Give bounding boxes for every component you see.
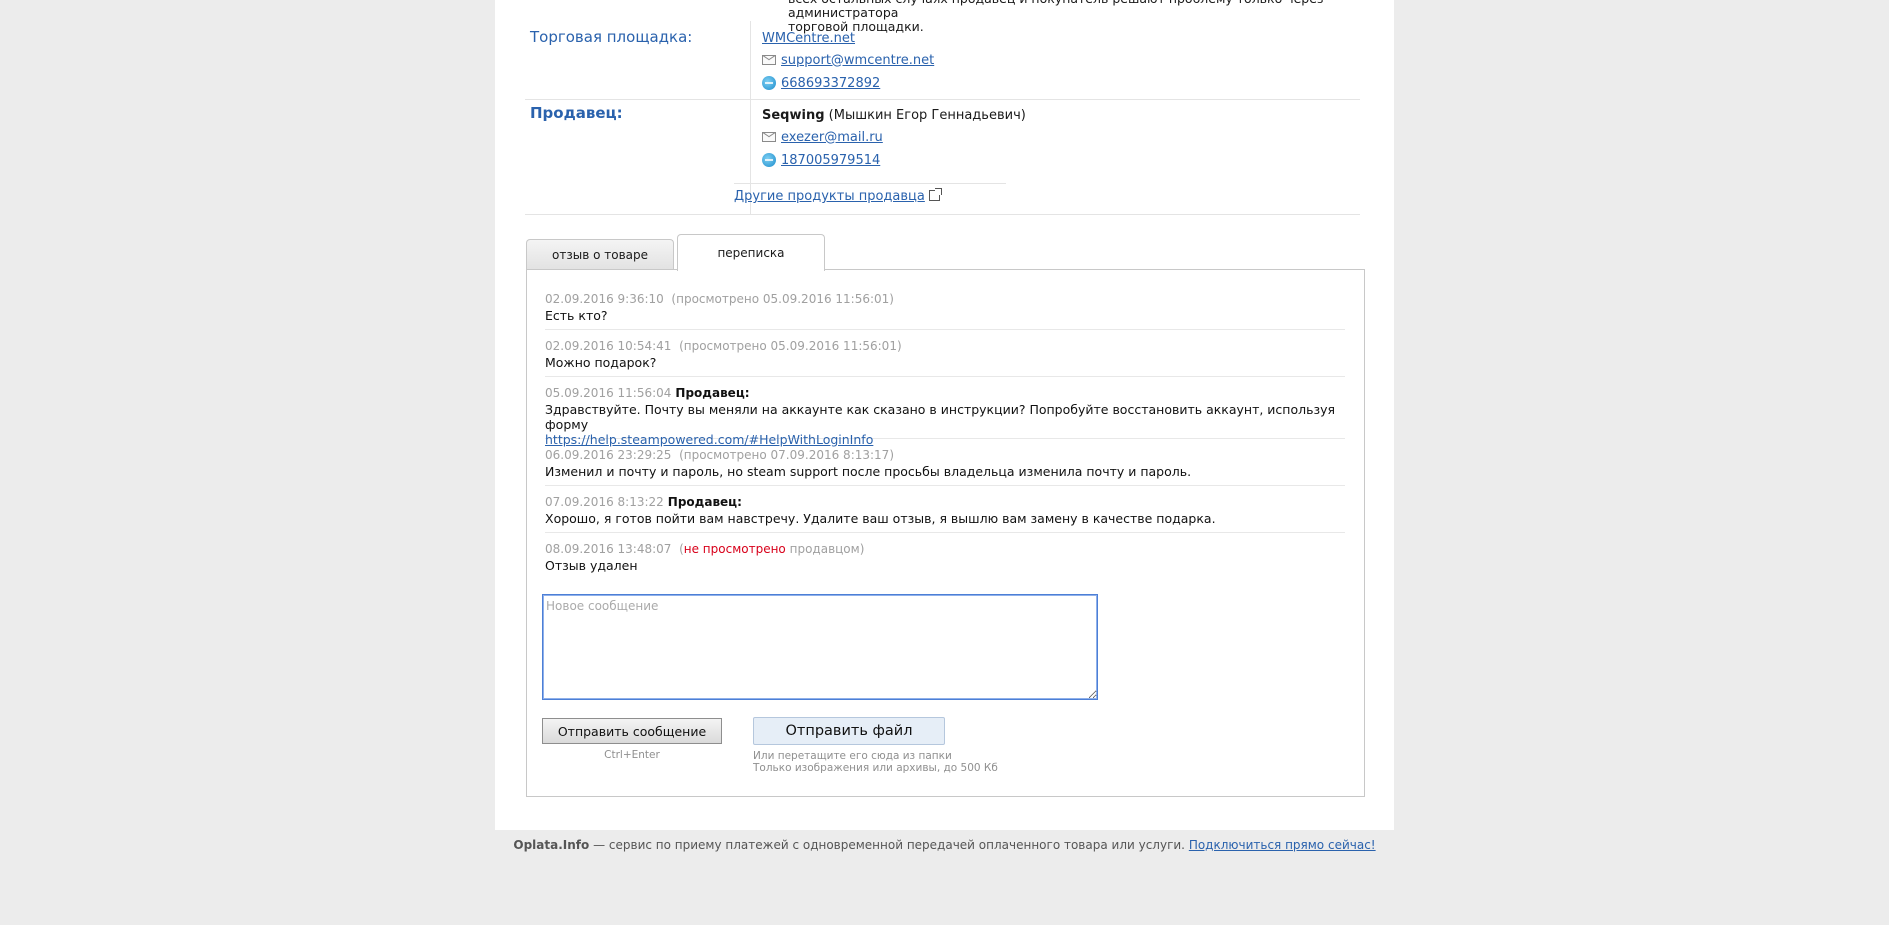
- message-status: (просмотрено 07.09.2016 8:13:17): [679, 448, 894, 462]
- external-link-icon[interactable]: [928, 188, 942, 201]
- tab-review[interactable]: отзыв о товаре: [526, 239, 674, 270]
- message-meta: 07.09.2016 8:13:22 Продавец:: [545, 494, 1345, 510]
- message-text: Можно подарок?: [545, 355, 657, 370]
- message-status: (просмотрено 05.09.2016 11:56:01): [671, 292, 894, 306]
- marketplace-site: WMCentre.net: [762, 31, 855, 46]
- seller-nick: Seqwing: [762, 108, 825, 123]
- message-body: Здравствуйте. Почту вы меняли на аккаунт…: [545, 402, 1336, 432]
- envelope-icon: [762, 132, 776, 142]
- message-text: Изменил и почту и пароль, но steam suppo…: [545, 464, 1192, 479]
- unread-status: не просмотрено: [683, 542, 786, 556]
- message-item: 06.09.2016 23:29:25 (просмотрено 07.09.2…: [545, 447, 1345, 486]
- message-text: Есть кто?: [545, 308, 608, 323]
- seller-email-line: exezer@mail.ru: [762, 129, 883, 145]
- other-products-link[interactable]: Другие продукты продавца: [734, 189, 925, 204]
- new-message-input[interactable]: [542, 594, 1098, 700]
- envelope-icon: [762, 55, 776, 65]
- message-status-suffix: продавцом): [789, 542, 865, 556]
- message-date: 08.09.2016 13:48:07: [545, 542, 672, 556]
- webmoney-icon: [762, 153, 776, 167]
- footer-connect-link[interactable]: Подключиться прямо сейчас!: [1189, 838, 1376, 852]
- marketplace-wmid-line: 668693372892: [762, 75, 880, 91]
- message-item: 02.09.2016 10:54:41 (просмотрено 05.09.2…: [545, 338, 1345, 377]
- message-date: 02.09.2016 9:36:10: [545, 292, 664, 306]
- marketplace-email-line: support@wmcentre.net: [762, 52, 934, 68]
- tab-correspondence[interactable]: переписка: [677, 234, 825, 271]
- message-status: (просмотрено 05.09.2016 11:56:01): [679, 339, 902, 353]
- message-author: Продавец:: [667, 495, 742, 509]
- message-text: Здравствуйте. Почту вы меняли на аккаунт…: [545, 402, 1345, 447]
- message-item: 05.09.2016 11:56:04 Продавец: Здравствуйт…: [545, 385, 1345, 447]
- file-hint: Или перетащите его сюда из папки Только …: [753, 750, 998, 774]
- other-products: Другие продукты продавца: [734, 183, 1006, 204]
- seller-full-name: (Мышкин Егор Геннадьевич): [828, 108, 1026, 123]
- marketplace-label: Торговая площадка:: [530, 28, 693, 46]
- footer: Oplata.Info — сервис по приему платежей …: [0, 838, 1889, 852]
- correspondence-panel: 02.09.2016 9:36:10 (просмотрено 05.09.20…: [526, 269, 1365, 797]
- message-date: 06.09.2016 23:29:25: [545, 448, 672, 462]
- message-text: Хорошо, я готов пойти вам навстречу. Уда…: [545, 511, 1216, 526]
- message-date: 02.09.2016 10:54:41: [545, 339, 672, 353]
- marketplace-site-link[interactable]: WMCentre.net: [762, 31, 855, 46]
- seller-label: Продавец:: [530, 104, 623, 122]
- marketplace-email-link[interactable]: support@wmcentre.net: [781, 53, 934, 68]
- message-meta: 08.09.2016 13:48:07 (не просмотрено прод…: [545, 541, 1345, 557]
- marketplace-wmid-link[interactable]: 668693372892: [781, 76, 880, 91]
- message-item: 02.09.2016 9:36:10 (просмотрено 05.09.20…: [545, 291, 1345, 330]
- seller-name-line: Seqwing (Мышкин Егор Геннадьевич): [762, 108, 1026, 123]
- footer-text: — сервис по приему платежей с одновремен…: [589, 838, 1189, 852]
- message-date: 07.09.2016 8:13:22: [545, 495, 664, 509]
- footer-brand: Oplata.Info: [513, 838, 590, 852]
- seller-wmid-link[interactable]: 187005979514: [781, 153, 880, 168]
- seller-row: Продавец: Seqwing (Мышкин Егор Геннадьев…: [525, 100, 1360, 215]
- message-item: 07.09.2016 8:13:22 Продавец: Хорошо, я го…: [545, 494, 1345, 533]
- file-hint-line: Только изображения или архивы, до 500 Кб: [753, 762, 998, 774]
- send-file-button[interactable]: Отправить файл: [753, 717, 945, 745]
- message-text: Отзыв удален: [545, 558, 638, 573]
- seller-wmid-line: 187005979514: [762, 152, 880, 168]
- marketplace-row: Торговая площадка: WMCentre.net support@…: [525, 21, 1360, 100]
- send-message-button[interactable]: Отправить сообщение: [542, 718, 722, 744]
- column-divider: [750, 21, 751, 99]
- message-author: Продавец:: [675, 386, 750, 400]
- rules-text-line: всех остальных случаях продавец и покупа…: [788, 0, 1324, 20]
- webmoney-icon: [762, 76, 776, 90]
- message-meta: 06.09.2016 23:29:25 (просмотрено 07.09.2…: [545, 447, 1345, 463]
- message-item: 08.09.2016 13:48:07 (не просмотрено прод…: [545, 541, 1345, 579]
- message-link[interactable]: https://help.steampowered.com/#HelpWithL…: [545, 432, 873, 447]
- message-date: 05.09.2016 11:56:04: [545, 386, 672, 400]
- message-meta: 02.09.2016 9:36:10 (просмотрено 05.09.20…: [545, 291, 1345, 307]
- file-hint-line: Или перетащите его сюда из папки: [753, 750, 952, 762]
- seller-email-link[interactable]: exezer@mail.ru: [781, 130, 883, 145]
- message-meta: 05.09.2016 11:56:04 Продавец:: [545, 385, 1345, 401]
- send-hotkey-hint: Ctrl+Enter: [604, 749, 660, 761]
- message-meta: 02.09.2016 10:54:41 (просмотрено 05.09.2…: [545, 338, 1345, 354]
- page-content: всех остальных случаях продавец и покупа…: [495, 0, 1394, 830]
